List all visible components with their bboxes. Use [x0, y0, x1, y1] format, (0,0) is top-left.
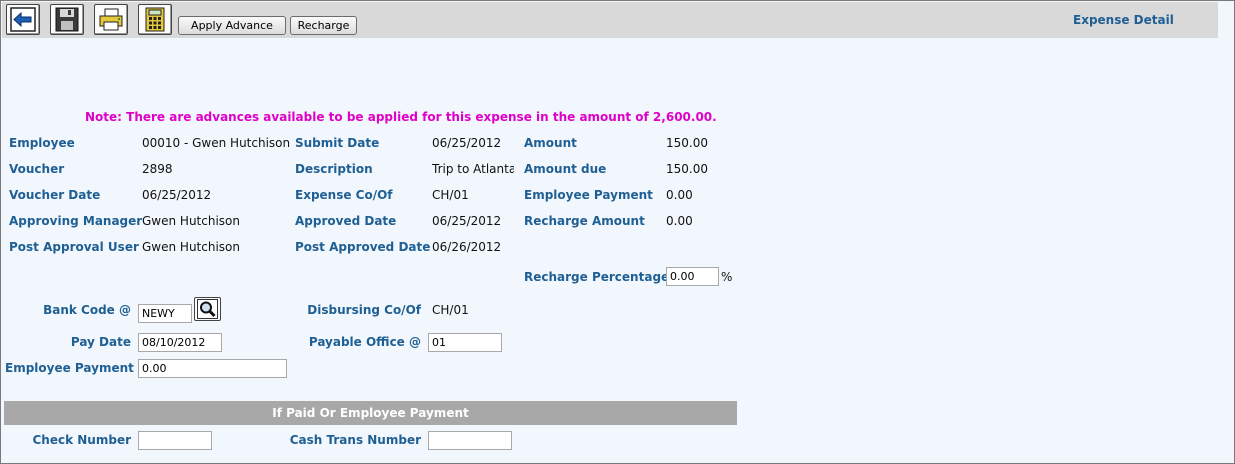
- amount-due-value: 150.00: [666, 162, 708, 176]
- post-approval-user-label: Post Approval User: [9, 240, 139, 254]
- voucher-label: Voucher: [9, 162, 65, 176]
- recharge-percentage-label: Recharge Percentage: [524, 270, 670, 284]
- employee-payment-value: 0.00: [666, 188, 693, 202]
- percent-sign: %: [721, 270, 733, 284]
- save-button[interactable]: [50, 4, 84, 35]
- expense-coof-value: CH/01: [432, 188, 469, 202]
- save-disk-icon: [55, 7, 79, 32]
- cash-trans-number-input[interactable]: [428, 431, 512, 450]
- employee-payment-label: Employee Payment: [524, 188, 653, 202]
- post-approved-date-value: 06/26/2012: [432, 240, 502, 254]
- approving-manager-value: Gwen Hutchison: [142, 214, 240, 228]
- post-approval-user-value: Gwen Hutchison: [142, 240, 240, 254]
- voucher-date-label: Voucher Date: [9, 188, 101, 202]
- submit-date-label: Submit Date: [295, 136, 380, 150]
- voucher-date-value: 06/25/2012: [142, 188, 212, 202]
- employee-label: Employee: [9, 136, 75, 150]
- disbursing-coof-value: CH/01: [432, 303, 469, 317]
- disbursing-coof-label: Disbursing Co/Of: [307, 303, 421, 317]
- expense-coof-label: Expense Co/Of: [295, 188, 393, 202]
- employee-payment-input[interactable]: [138, 359, 287, 378]
- amount-due-label: Amount due: [524, 162, 607, 176]
- bank-code-lookup-button[interactable]: [194, 297, 221, 321]
- recharge-percentage-input[interactable]: [666, 267, 719, 286]
- employee-payment-input-label: Employee Payment: [5, 361, 134, 375]
- advance-note: Note: There are advances available to be…: [85, 110, 717, 124]
- print-button[interactable]: [94, 4, 128, 35]
- print-icon: [99, 8, 123, 31]
- back-button[interactable]: [6, 4, 40, 35]
- pay-date-input[interactable]: [138, 333, 222, 352]
- expense-detail-window: Apply Advance Recharge Expense Detail No…: [0, 0, 1235, 464]
- approving-manager-label: Approving Manager: [9, 214, 143, 228]
- amount-label: Amount: [524, 136, 577, 150]
- bank-code-input[interactable]: [138, 304, 192, 323]
- employee-value: 00010 - Gwen Hutchison: [142, 136, 291, 150]
- recharge-amount-value: 0.00: [666, 214, 693, 228]
- toolbar: Apply Advance Recharge Expense Detail: [2, 2, 1218, 38]
- post-approved-date-label: Post Approved Date: [295, 240, 431, 254]
- magnifier-icon: [197, 299, 218, 319]
- submit-date-value: 06/25/2012: [432, 136, 502, 150]
- description-label: Description: [295, 162, 373, 176]
- calculator-button[interactable]: [138, 4, 172, 35]
- approved-date-label: Approved Date: [295, 214, 397, 228]
- recharge-amount-label: Recharge Amount: [524, 214, 645, 228]
- bank-code-label: Bank Code @: [43, 303, 131, 317]
- check-number-label: Check Number: [32, 433, 132, 447]
- check-number-input[interactable]: [138, 431, 212, 450]
- amount-value: 150.00: [666, 136, 708, 150]
- approved-date-value: 06/25/2012: [432, 214, 502, 228]
- recharge-button[interactable]: Recharge: [290, 16, 357, 35]
- payable-office-label: Payable Office @: [308, 335, 421, 349]
- pay-date-label: Pay Date: [70, 335, 131, 349]
- apply-advance-button[interactable]: Apply Advance: [178, 16, 286, 35]
- cash-trans-number-label: Cash Trans Number: [289, 433, 421, 447]
- back-arrow-icon: [10, 7, 36, 32]
- paid-section-header: If Paid Or Employee Payment: [4, 401, 737, 425]
- payable-office-input[interactable]: [428, 333, 502, 352]
- voucher-value: 2898: [142, 162, 173, 176]
- calculator-icon: [145, 7, 165, 32]
- page-title: Expense Detail: [1073, 13, 1174, 27]
- description-value: Trip to Atlanta: [432, 162, 514, 176]
